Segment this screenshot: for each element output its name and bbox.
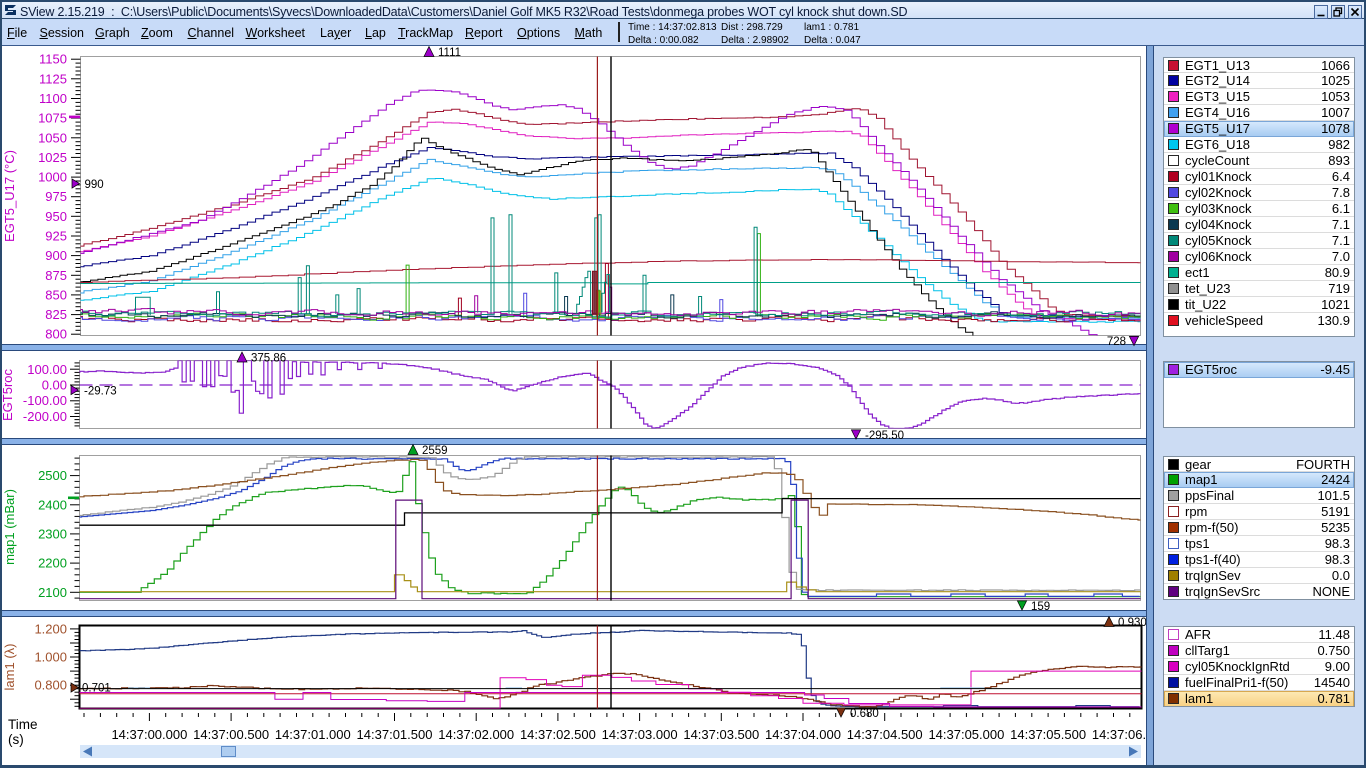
svg-text:975: 975 <box>45 189 67 204</box>
svg-text:14:37:01.000: 14:37:01.000 <box>275 727 351 742</box>
svg-text:1000: 1000 <box>38 170 67 185</box>
svg-text:825: 825 <box>45 307 67 322</box>
svg-text:14:37:01.500: 14:37:01.500 <box>357 727 433 742</box>
svg-text:14:37:04.000: 14:37:04.000 <box>765 727 841 742</box>
svg-text:2400: 2400 <box>38 497 67 512</box>
svg-text:1100: 1100 <box>39 91 67 106</box>
svg-text:14:37:05.500: 14:37:05.500 <box>1010 727 1086 742</box>
svg-text:875: 875 <box>45 268 67 283</box>
svg-text:14:37:03.500: 14:37:03.500 <box>683 727 759 742</box>
svg-text:925: 925 <box>45 229 67 244</box>
svg-text:14:37:04.500: 14:37:04.500 <box>847 727 923 742</box>
svg-text:850: 850 <box>45 287 67 302</box>
svg-text:map1 (mBar): map1 (mBar) <box>2 489 17 565</box>
svg-text:14:37:02.500: 14:37:02.500 <box>520 727 596 742</box>
svg-text:0.00: 0.00 <box>42 378 67 393</box>
svg-text:0.930: 0.930 <box>1118 617 1147 629</box>
svg-text:14:37:02.000: 14:37:02.000 <box>438 727 514 742</box>
svg-text:990: 990 <box>85 179 104 191</box>
svg-text:-100.00: -100.00 <box>23 393 67 408</box>
svg-text:1111: 1111 <box>438 47 461 59</box>
svg-text:2200: 2200 <box>38 556 67 571</box>
svg-text:1025: 1025 <box>38 150 67 165</box>
svg-text:0.701: 0.701 <box>82 683 111 695</box>
svg-text:-29.73: -29.73 <box>84 386 117 398</box>
svg-text:159: 159 <box>1031 601 1050 613</box>
svg-text:1150: 1150 <box>39 52 67 67</box>
svg-text:14:37:03.000: 14:37:03.000 <box>602 727 678 742</box>
svg-text:-295.50: -295.50 <box>865 430 904 442</box>
svg-text:2559: 2559 <box>422 445 448 457</box>
svg-text:1050: 1050 <box>38 130 67 145</box>
svg-text:0.680: 0.680 <box>850 708 879 720</box>
svg-text:0.800: 0.800 <box>34 678 67 693</box>
svg-text:EGT5_U17 (°C): EGT5_U17 (°C) <box>2 150 17 242</box>
svg-text:14:37:00.000: 14:37:00.000 <box>111 727 187 742</box>
svg-text:2500: 2500 <box>38 468 67 483</box>
svg-text:800: 800 <box>45 327 67 342</box>
svg-text:1125: 1125 <box>39 71 67 86</box>
svg-text:1.200: 1.200 <box>34 621 67 636</box>
svg-text:-200.00: -200.00 <box>23 409 67 424</box>
svg-text:375.86: 375.86 <box>251 353 286 365</box>
svg-text:900: 900 <box>45 248 67 263</box>
svg-text:100.00: 100.00 <box>27 362 67 377</box>
svg-text:728: 728 <box>1107 336 1126 348</box>
svg-text:EGT5roc: EGT5roc <box>0 368 15 421</box>
svg-text:950: 950 <box>45 209 67 224</box>
svg-text:2100: 2100 <box>38 585 67 600</box>
svg-text:1075: 1075 <box>38 111 67 126</box>
svg-text:2300: 2300 <box>38 526 67 541</box>
svg-text:1.000: 1.000 <box>34 650 67 665</box>
svg-text:14:37:05.000: 14:37:05.000 <box>928 727 1004 742</box>
svg-text:lam1 (λ): lam1 (λ) <box>2 644 17 691</box>
svg-text:14:37:00.500: 14:37:00.500 <box>193 727 269 742</box>
